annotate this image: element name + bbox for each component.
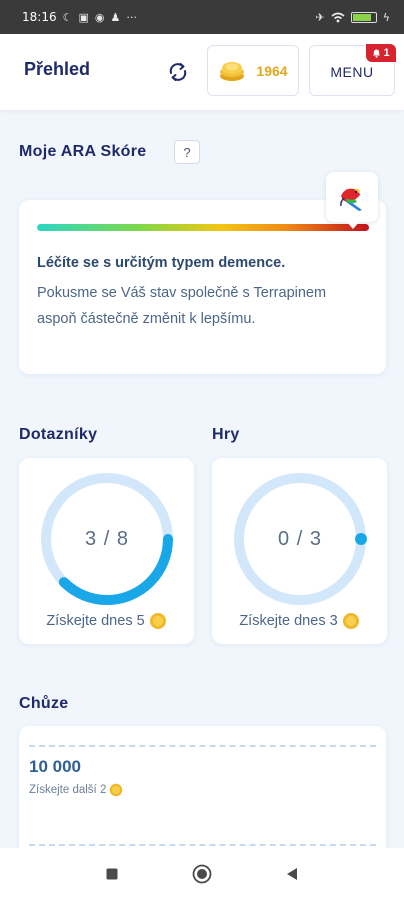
walking-card[interactable]: 10 000 Získejte další 2 [19,726,386,866]
status-more: ··· [126,10,137,24]
games-card[interactable]: 0 / 3 Získejte dnes 3 [212,458,387,644]
page-title: Přehled [24,59,91,79]
coin-icon [342,613,359,629]
coin-icon [110,783,123,797]
bell-icon [373,49,381,58]
score-gradient-bar [37,224,369,231]
questionnaires-progress-ring: 3 / 8 [38,470,176,608]
parrot-icon [340,188,362,211]
system-nav-bar [0,848,404,900]
games-earn-text: Získejte dnes 3 [239,613,338,629]
steps-earn-text: Získejte další 2 [29,784,107,796]
menu-label: MENU [330,63,374,80]
moon-icon: ☾ [62,10,73,24]
ara-help-button[interactable]: ? [174,140,200,164]
questionnaires-count: 3 / 8 [85,527,129,550]
app-header: Přehled 1964 MENU 1 [0,34,404,110]
games-count: 0 / 3 [278,527,322,550]
ara-score-card: Léčíte se s určitým typem demence. Pokus… [19,200,386,374]
coins-button[interactable]: 1964 [207,45,299,96]
recents-button[interactable] [100,862,124,886]
wifi-icon [331,12,345,22]
status-time: 18:16 [22,10,57,24]
notification-icon: ▣ [78,10,89,24]
questionnaires-earn-text: Získejte dnes 5 [46,613,145,629]
steps-goal: 10 000 [29,757,81,776]
games-progress-ring: 0 / 3 [231,470,369,608]
score-heading: Léčíte se s určitým typem demence. [37,255,286,271]
walking-title: Chůze [19,695,69,712]
ara-score-title: Moje ARA Skóre [19,143,147,160]
home-button[interactable] [190,862,214,886]
triangle-back-icon [287,868,297,880]
refresh-button[interactable] [162,56,194,88]
square-icon [106,868,118,880]
app-icon: ◉ [94,10,105,24]
back-button[interactable] [280,862,304,886]
divider [29,745,376,747]
questionnaires-title: Dotazníky [19,426,98,443]
airplane-icon: ✈ [315,10,325,24]
charging-icon: ϟ [382,10,390,24]
battery-icon [350,11,377,23]
questionnaires-card[interactable]: 3 / 8 Získejte dnes 5 [19,458,194,644]
notification-count: 1 [383,47,390,59]
questionnaires-earn: Získejte dnes 5 [19,612,194,630]
person-icon: ♟ [110,10,121,24]
circle-icon [192,864,212,884]
coin-stack-icon [220,61,245,81]
games-title: Hry [212,426,240,443]
games-earn: Získejte dnes 3 [212,612,387,630]
status-bar: 18:16 ☾ ▣ ◉ ♟ ··· ✈ ϟ [0,0,404,34]
menu-button[interactable]: MENU 1 [309,44,396,96]
divider [29,844,376,846]
notification-badge: 1 [366,44,396,62]
coin-icon [149,613,166,629]
score-marker [326,172,378,229]
coins-value: 1964 [256,62,288,79]
score-description: Pokusme se Váš stav společně s Terrapine… [37,285,327,327]
steps-earn: Získejte další 2 [29,783,123,797]
refresh-icon [169,63,187,81]
